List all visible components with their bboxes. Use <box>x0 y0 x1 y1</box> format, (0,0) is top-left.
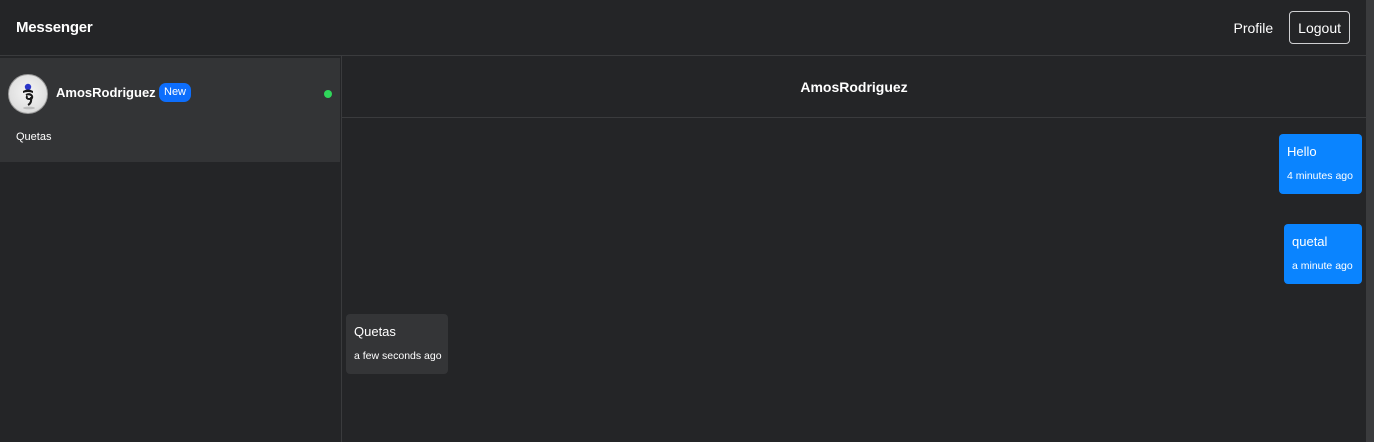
new-badge: New <box>159 83 192 102</box>
conversation-name: AmosRodriguez <box>56 85 156 100</box>
top-navbar: Messenger Profile Logout <box>0 0 1366 56</box>
message-bubble-sent: quetal a minute ago <box>1284 224 1362 284</box>
message-text: Quetas <box>354 324 396 339</box>
message-timestamp: 4 minutes ago <box>1287 170 1353 182</box>
message-text: quetal <box>1292 234 1328 249</box>
message-timestamp: a few seconds ago <box>354 350 442 362</box>
chat-header: AmosRodriguez <box>342 56 1366 118</box>
messenger-app: Messenger Profile Logout AmosRodriguez N… <box>0 0 1374 442</box>
navbar-actions: Profile Logout <box>1233 11 1350 44</box>
message-bubble-sent: Hello 4 minutes ago <box>1279 134 1362 194</box>
message-text: Hello <box>1287 144 1317 159</box>
message-timestamp: a minute ago <box>1292 260 1353 272</box>
chat-title: AmosRodriguez <box>800 78 908 95</box>
user-avatar-icon <box>8 74 48 114</box>
brand-title[interactable]: Messenger <box>16 19 93 36</box>
page-scrollbar[interactable] <box>1366 0 1374 442</box>
logout-button[interactable]: Logout <box>1289 11 1350 44</box>
message-bubble-received: Quetas a few seconds ago <box>346 314 448 374</box>
conversation-preview: Quetas <box>16 131 52 143</box>
online-status-icon <box>324 90 332 98</box>
profile-link[interactable]: Profile <box>1233 20 1273 36</box>
conversation-item[interactable]: AmosRodriguez New Quetas <box>0 58 340 162</box>
conversation-sidebar: AmosRodriguez New Quetas <box>0 56 342 442</box>
